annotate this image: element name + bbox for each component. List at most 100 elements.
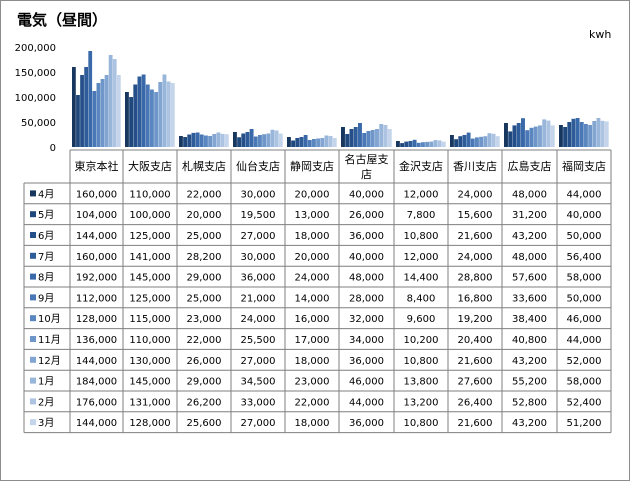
bar: [116, 75, 121, 147]
legend-swatch: [30, 273, 36, 280]
bar: [412, 139, 417, 147]
data-label: 21,600: [458, 231, 493, 242]
data-label: 32,000: [349, 314, 384, 325]
data-label: 52,000: [567, 356, 602, 367]
data-label: 40,800: [512, 335, 547, 346]
bar: [274, 130, 279, 147]
data-label: 18,000: [295, 418, 330, 429]
data-label: 51,200: [567, 418, 602, 429]
data-label: 128,000: [76, 314, 117, 325]
data-label: 24,000: [458, 189, 493, 200]
data-label: 29,000: [187, 377, 222, 388]
bar: [224, 134, 229, 147]
y-tick-label: 150,000: [15, 68, 56, 79]
bar: [400, 143, 405, 147]
bar: [571, 118, 576, 147]
data-label: 14,000: [295, 293, 330, 304]
bar: [579, 122, 584, 147]
data-label: 21,000: [241, 293, 276, 304]
bar: [416, 142, 421, 147]
data-label: 33,000: [241, 397, 276, 408]
bar: [187, 134, 192, 147]
data-label: 52,800: [512, 397, 547, 408]
legend-swatch: [30, 190, 36, 197]
bar: [404, 141, 409, 147]
data-label: 46,000: [567, 314, 602, 325]
data-label: 28,800: [458, 273, 493, 284]
bar: [253, 136, 258, 147]
data-label: 30,000: [241, 252, 276, 263]
bar: [141, 74, 146, 147]
bar: [266, 133, 271, 147]
data-label: 110,000: [129, 189, 170, 200]
y-tick-label: 100,000: [15, 93, 56, 104]
series-label: 8月: [38, 272, 54, 284]
bar: [487, 133, 492, 147]
bar: [233, 132, 237, 147]
bar: [563, 127, 568, 147]
data-label: 22,000: [187, 189, 222, 200]
data-label: 28,200: [187, 252, 222, 263]
series-label: 10月: [38, 313, 61, 325]
data-label: 25,000: [187, 231, 222, 242]
data-label: 40,000: [349, 189, 384, 200]
category-label: 店: [361, 167, 372, 181]
bar: [299, 137, 304, 147]
series-label: 9月: [38, 292, 54, 304]
bar: [100, 79, 105, 147]
bar: [584, 124, 588, 147]
data-label: 58,000: [567, 377, 602, 388]
bar: [112, 59, 117, 147]
bar: [303, 135, 308, 147]
data-label: 100,000: [129, 210, 170, 221]
data-label: 29,000: [187, 273, 222, 284]
data-label: 44,000: [567, 189, 602, 200]
data-label: 13,800: [404, 377, 439, 388]
bar: [375, 129, 379, 147]
data-label: 18,000: [295, 231, 330, 242]
bar: [387, 129, 392, 147]
data-label: 44,000: [349, 397, 384, 408]
data-label: 160,000: [76, 252, 117, 263]
bar: [483, 136, 488, 147]
data-label: 192,000: [76, 273, 117, 284]
bar: [166, 81, 171, 147]
data-label: 36,000: [349, 418, 384, 429]
data-label: 144,000: [76, 418, 117, 429]
series-label: 11月: [38, 334, 61, 346]
bar: [183, 137, 188, 147]
bar: [291, 140, 296, 147]
data-label: 55,200: [512, 377, 547, 388]
data-label: 26,000: [349, 210, 384, 221]
bar: [162, 74, 167, 147]
bar: [96, 83, 101, 147]
bar: [529, 127, 534, 147]
category-label: 仙台支店: [236, 159, 280, 173]
bar: [312, 139, 316, 147]
category-label: 静岡支店: [290, 159, 334, 173]
bar: [158, 82, 163, 147]
bar: [258, 135, 262, 147]
data-label: 27,000: [241, 356, 276, 367]
bar: [470, 138, 475, 147]
bar: [278, 133, 283, 147]
data-label: 12,000: [404, 252, 439, 263]
data-label: 9,600: [407, 314, 436, 325]
bar: [150, 89, 154, 147]
bar: [429, 141, 434, 147]
data-label: 34,500: [241, 377, 276, 388]
data-label: 52,400: [567, 397, 602, 408]
data-label: 46,000: [349, 377, 384, 388]
data-label: 24,000: [458, 252, 493, 263]
data-label: 176,000: [76, 397, 117, 408]
category-label: 東京本社: [75, 159, 119, 173]
data-label: 13,200: [404, 397, 439, 408]
data-label: 34,000: [349, 335, 384, 346]
data-label: 25,000: [187, 293, 222, 304]
bar: [104, 75, 109, 147]
bar: [88, 51, 93, 147]
data-label: 20,000: [295, 189, 330, 200]
y-tick-label: 0: [50, 143, 56, 154]
data-label: 48,000: [512, 252, 547, 263]
bar: [295, 138, 300, 147]
